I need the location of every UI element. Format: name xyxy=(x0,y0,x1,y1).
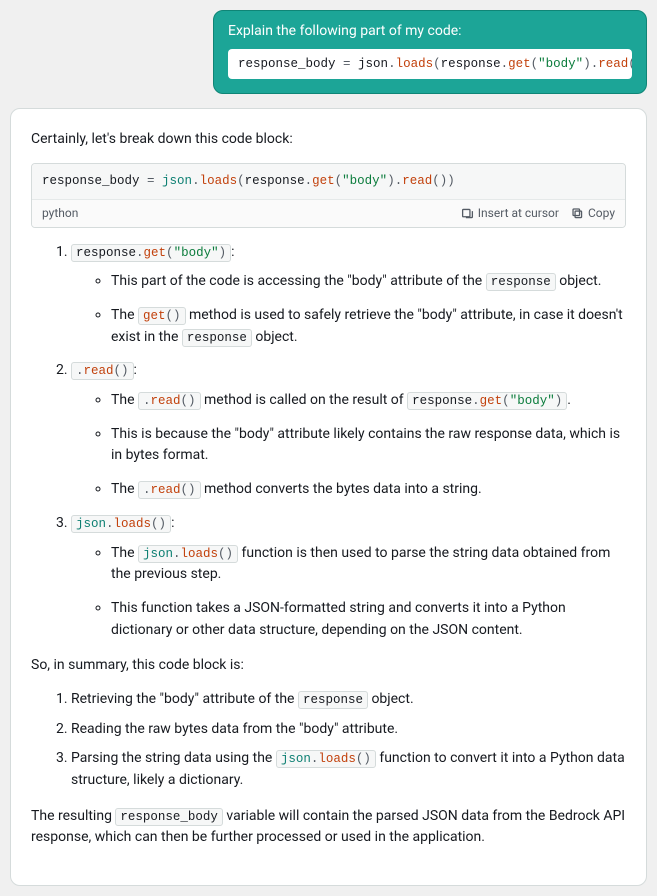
list-item: Parsing the string data using the json.l… xyxy=(71,748,626,791)
copy-button[interactable]: Copy xyxy=(571,204,615,223)
inline-code: .read() xyxy=(138,392,201,410)
inline-code: .read() xyxy=(71,362,134,380)
assistant-message: Certainly, let's break down this code bl… xyxy=(10,108,647,886)
copy-label: Copy xyxy=(588,204,615,223)
closing-paragraph: The resulting response_body variable wil… xyxy=(31,806,626,849)
list-item: The json.loads() function is then used t… xyxy=(111,543,626,586)
list-item: This is because the "body" attribute lik… xyxy=(111,424,626,467)
inline-code: json.loads() xyxy=(138,545,238,563)
explanation-step: response.get("body"):This part of the co… xyxy=(71,242,626,349)
inline-code: response.get("body") xyxy=(71,244,231,262)
explanation-step: json.loads():The json.loads() function i… xyxy=(71,513,626,641)
inline-code: response xyxy=(182,329,252,347)
list-item: Retrieving the "body" attribute of the r… xyxy=(71,689,626,711)
inline-code: response xyxy=(298,691,368,709)
code-language: python xyxy=(42,204,449,223)
inline-code: response.get("body") xyxy=(407,392,567,410)
explanation-steps: response.get("body"):This part of the co… xyxy=(31,242,626,642)
inline-code: response_body xyxy=(115,808,223,826)
explanation-substeps: The json.loads() function is then used t… xyxy=(71,543,626,642)
explanation-step: .read():The .read() method is called on … xyxy=(71,360,626,500)
copy-icon xyxy=(571,207,584,220)
explanation-substeps: The .read() method is called on the resu… xyxy=(71,390,626,501)
assistant-intro: Certainly, let's break down this code bl… xyxy=(31,129,626,151)
inline-code: json.loads() xyxy=(71,515,171,533)
insert-at-cursor-button[interactable]: Insert at cursor xyxy=(461,204,559,223)
code-block: response_body = json.loads(response.get(… xyxy=(31,163,626,228)
user-code-snippet: response_body = json.loads(response.get(… xyxy=(228,49,632,79)
list-item: Reading the raw bytes data from the "bod… xyxy=(71,719,626,741)
list-item: The .read() method converts the bytes da… xyxy=(111,479,626,501)
list-item: The .read() method is called on the resu… xyxy=(111,390,626,412)
inline-code: get() xyxy=(138,307,186,325)
explanation-substeps: This part of the code is accessing the "… xyxy=(71,271,626,348)
insert-icon xyxy=(461,207,474,220)
list-item: This function takes a JSON-formatted str… xyxy=(111,598,626,641)
inline-code: .read() xyxy=(138,481,201,499)
user-message: Explain the following part of my code: r… xyxy=(213,10,647,94)
code-block-toolbar: python Insert at cursor Copy xyxy=(32,199,625,227)
user-prompt: Explain the following part of my code: xyxy=(228,23,632,39)
list-item: The get() method is used to safely retri… xyxy=(111,305,626,348)
insert-label: Insert at cursor xyxy=(478,204,559,223)
code-block-content: response_body = json.loads(response.get(… xyxy=(32,164,625,199)
summary-steps: Retrieving the "body" attribute of the r… xyxy=(31,689,626,792)
inline-code: json.loads() xyxy=(276,750,376,768)
summary-intro: So, in summary, this code block is: xyxy=(31,655,626,677)
inline-code: response xyxy=(486,273,556,291)
list-item: This part of the code is accessing the "… xyxy=(111,271,626,293)
